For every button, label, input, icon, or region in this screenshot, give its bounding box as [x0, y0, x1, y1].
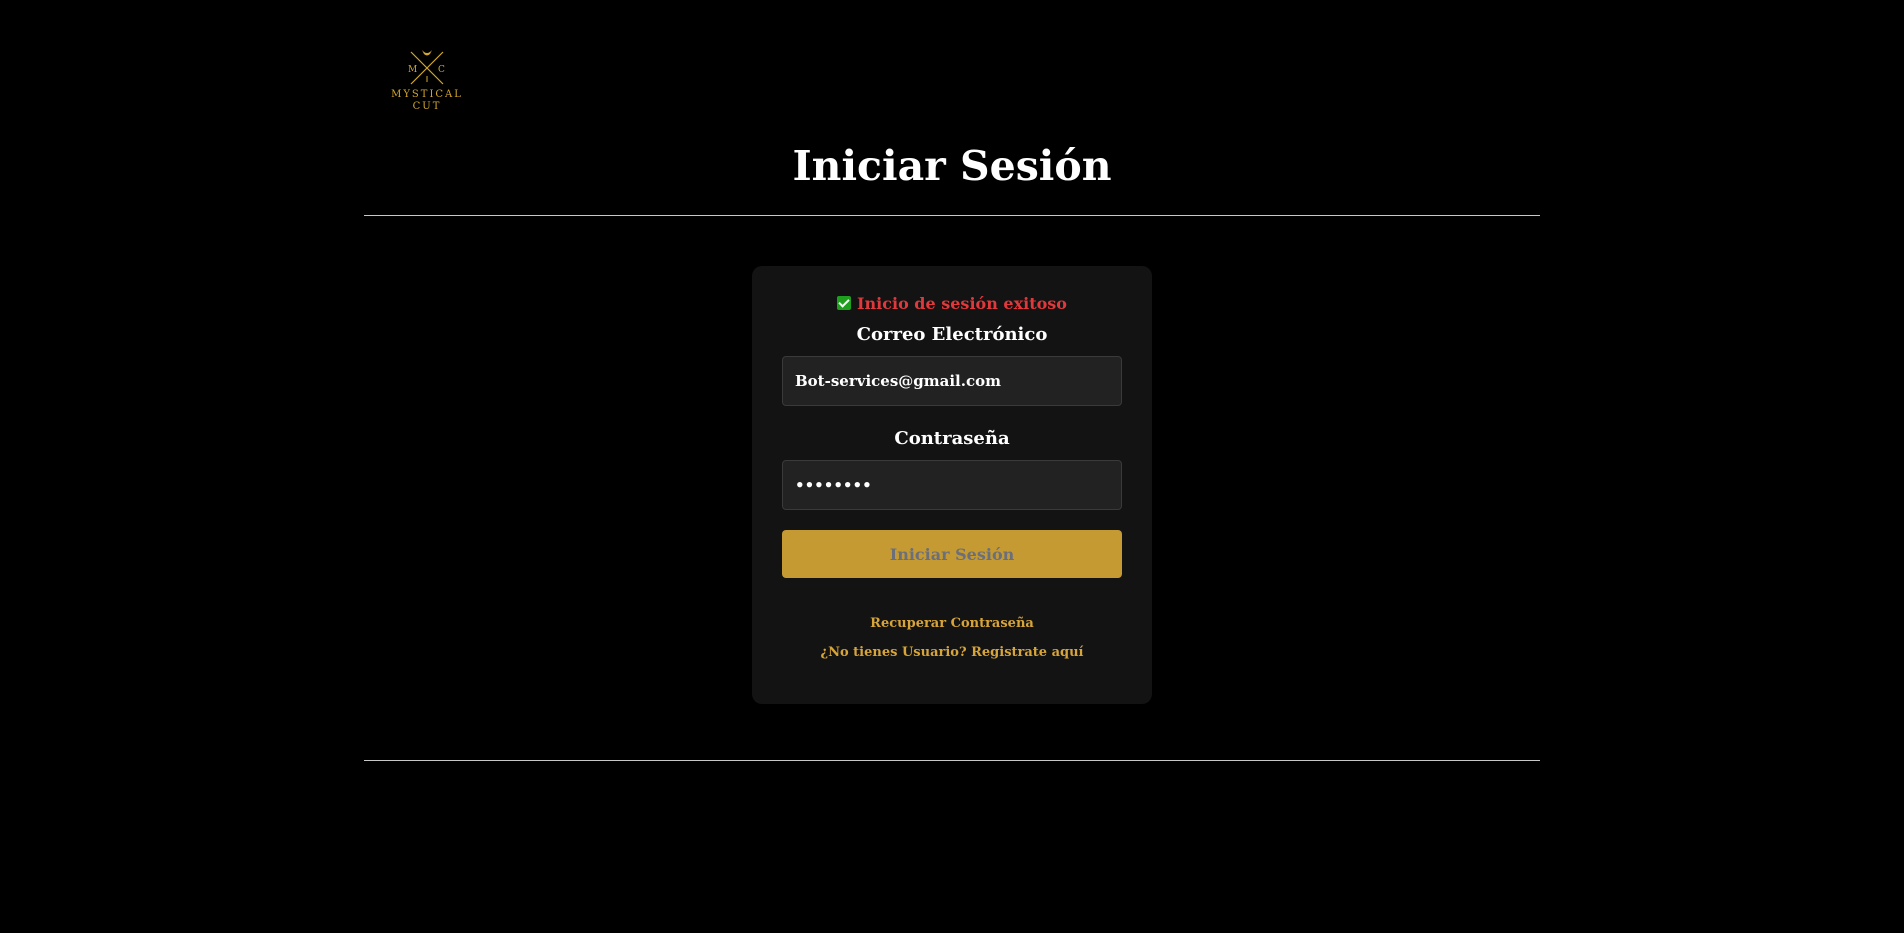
recover-password-link[interactable]: Recuperar Contraseña	[782, 616, 1122, 632]
logo-name-line1: MYSTICAL	[391, 89, 463, 100]
email-field[interactable]	[782, 356, 1122, 406]
logo-letter-c: C	[438, 65, 445, 75]
login-button[interactable]: Iniciar Sesión	[782, 530, 1122, 578]
auth-links: Recuperar Contraseña ¿No tienes Usuario?…	[782, 616, 1122, 661]
brand-logo[interactable]: M C MYSTICAL CUT	[388, 48, 466, 116]
crossed-razors-icon: M C	[408, 50, 445, 85]
status-message-text: Inicio de sesión exitoso	[857, 294, 1067, 313]
top-divider	[364, 215, 1540, 216]
login-card: Inicio de sesión exitoso Correo Electrón…	[752, 266, 1152, 704]
logo-name-line2: CUT	[412, 101, 442, 112]
status-message: Inicio de sesión exitoso	[782, 294, 1122, 314]
register-link[interactable]: ¿No tienes Usuario? Registrate aquí	[782, 645, 1122, 661]
password-field[interactable]	[782, 460, 1122, 510]
password-label: Contraseña	[894, 428, 1010, 449]
login-page: M C MYSTICAL CUT Iniciar Sesión Inicio d…	[0, 0, 1904, 933]
email-label: Correo Electrónico	[856, 324, 1048, 345]
page-title: Iniciar Sesión	[792, 142, 1112, 190]
logo-letter-m: M	[408, 65, 417, 75]
check-icon	[837, 296, 852, 310]
bottom-divider	[364, 760, 1540, 761]
